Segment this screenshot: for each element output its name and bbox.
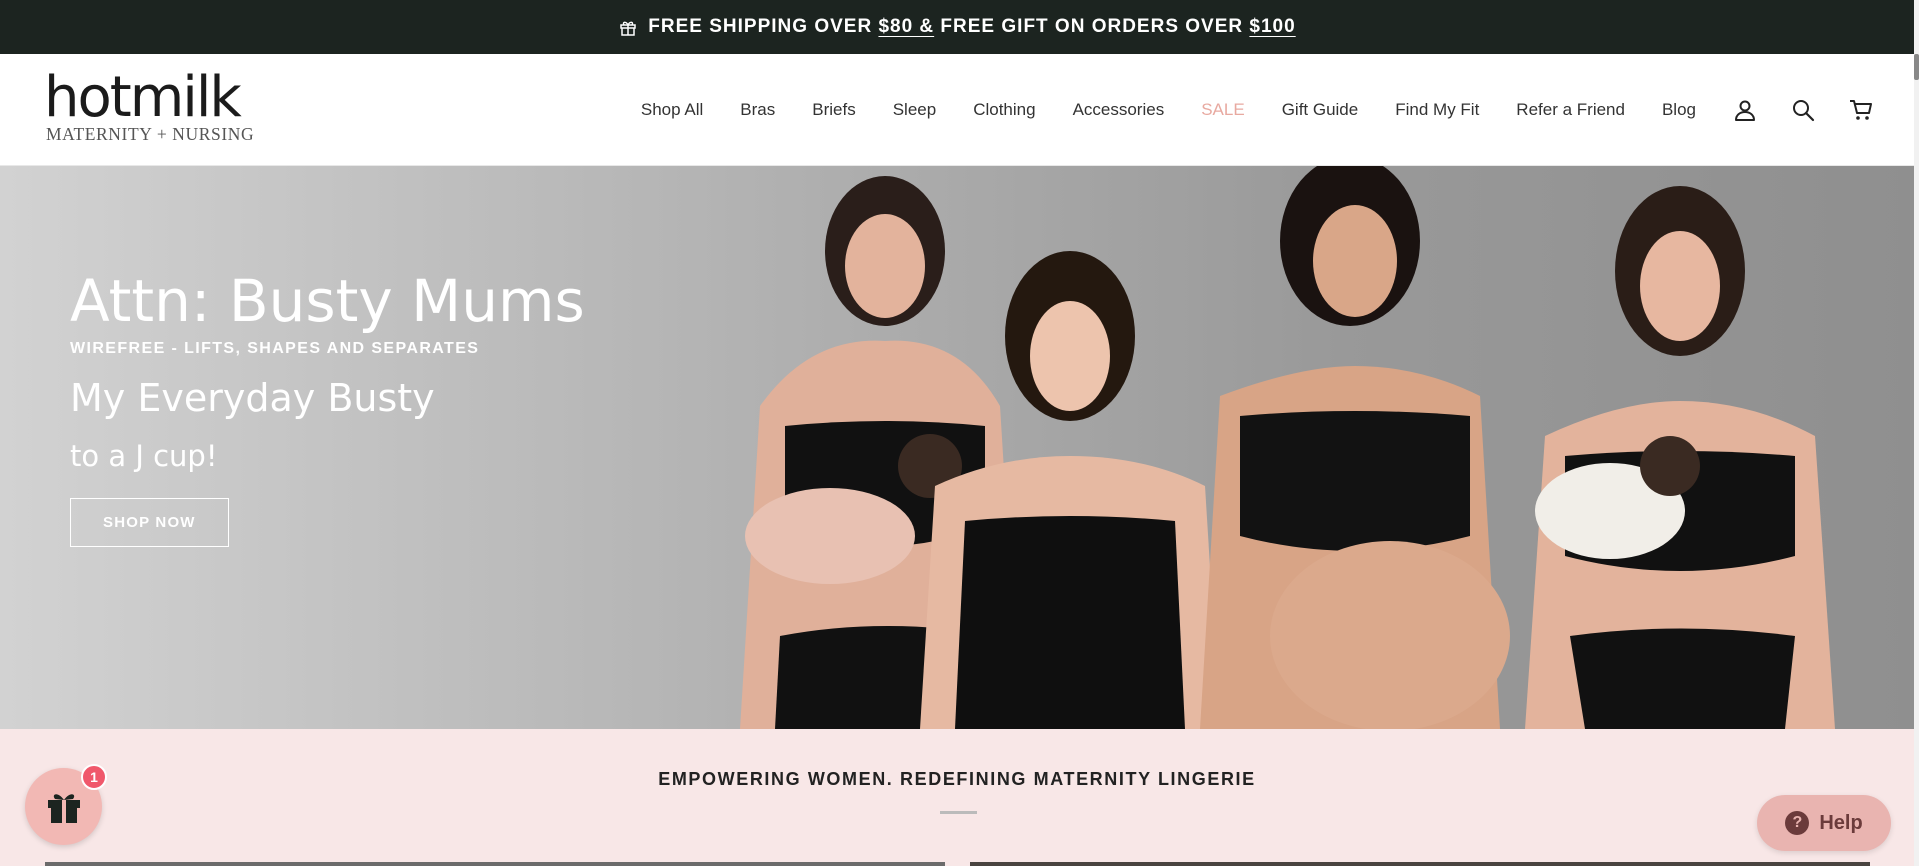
search-icon[interactable] bbox=[1790, 97, 1816, 123]
gift-badge-count: 1 bbox=[81, 764, 107, 790]
shop-now-button[interactable]: SHOP NOW bbox=[70, 498, 229, 547]
header-icons bbox=[1732, 54, 1874, 166]
feature-card-right[interactable] bbox=[970, 862, 1870, 866]
announcement-bar[interactable]: FREE SHIPPING OVER $80 & FREE GIFT ON OR… bbox=[0, 0, 1914, 54]
nav-find-my-fit[interactable]: Find My Fit bbox=[1395, 100, 1479, 120]
nav-clothing[interactable]: Clothing bbox=[973, 100, 1035, 120]
hero-subtitle: WIREFREE - LIFTS, SHAPES AND SEPARATES bbox=[70, 340, 480, 357]
nav-refer-a-friend[interactable]: Refer a Friend bbox=[1516, 100, 1625, 120]
account-icon[interactable] bbox=[1732, 97, 1758, 123]
site-logo[interactable]: hotmilk MATERNITY + NURSING bbox=[44, 68, 254, 145]
announcement-text-2: FREE GIFT ON ORDERS OVER bbox=[934, 16, 1250, 37]
nav-gift-guide[interactable]: Gift Guide bbox=[1282, 100, 1359, 120]
nav-shop-all[interactable]: Shop All bbox=[641, 100, 703, 120]
page-scrollbar[interactable] bbox=[1914, 0, 1919, 866]
nav-blog[interactable]: Blog bbox=[1662, 100, 1696, 120]
nav-briefs[interactable]: Briefs bbox=[812, 100, 855, 120]
announcement-text-1: FREE SHIPPING OVER bbox=[648, 16, 879, 37]
intro-section: EMPOWERING WOMEN. REDEFINING MATERNITY L… bbox=[0, 729, 1914, 866]
logo-brand: hotmilk bbox=[44, 65, 242, 130]
hero-image bbox=[740, 166, 1835, 729]
logo-tagline: MATERNITY + NURSING bbox=[46, 124, 255, 144]
cart-icon[interactable] bbox=[1848, 97, 1874, 123]
site-header: hotmilk MATERNITY + NURSING Shop All Bra… bbox=[0, 54, 1914, 166]
section-divider bbox=[940, 811, 977, 814]
help-button[interactable]: ? Help bbox=[1757, 795, 1891, 851]
nav-bras[interactable]: Bras bbox=[740, 100, 775, 120]
hero-text: Attn: Busty Mums WIREFREE - LIFTS, SHAPE… bbox=[70, 266, 585, 547]
nav-accessories[interactable]: Accessories bbox=[1073, 100, 1165, 120]
hero-heading: My Everyday Busty bbox=[70, 376, 435, 420]
scrollbar-thumb[interactable] bbox=[1914, 54, 1919, 80]
nav-sale[interactable]: SALE bbox=[1201, 100, 1244, 120]
feature-card-left[interactable] bbox=[45, 862, 945, 866]
help-label: Help bbox=[1819, 811, 1863, 834]
gift-box-icon bbox=[620, 21, 637, 36]
section-title: EMPOWERING WOMEN. REDEFINING MATERNITY L… bbox=[658, 769, 1256, 789]
main-nav: Shop All Bras Briefs Sleep Clothing Acce… bbox=[641, 54, 1696, 166]
hero-banner[interactable]: Attn: Busty Mums WIREFREE - LIFTS, SHAPE… bbox=[0, 166, 1914, 729]
nav-sleep[interactable]: Sleep bbox=[893, 100, 936, 120]
gift-icon bbox=[47, 793, 80, 823]
announcement-amount-1[interactable]: $80 & bbox=[878, 16, 934, 38]
hero-title: Attn: Busty Mums bbox=[70, 267, 585, 335]
announcement-amount-2[interactable]: $100 bbox=[1249, 16, 1295, 38]
question-icon: ? bbox=[1785, 811, 1810, 835]
hero-subheading: to a J cup! bbox=[70, 439, 218, 473]
